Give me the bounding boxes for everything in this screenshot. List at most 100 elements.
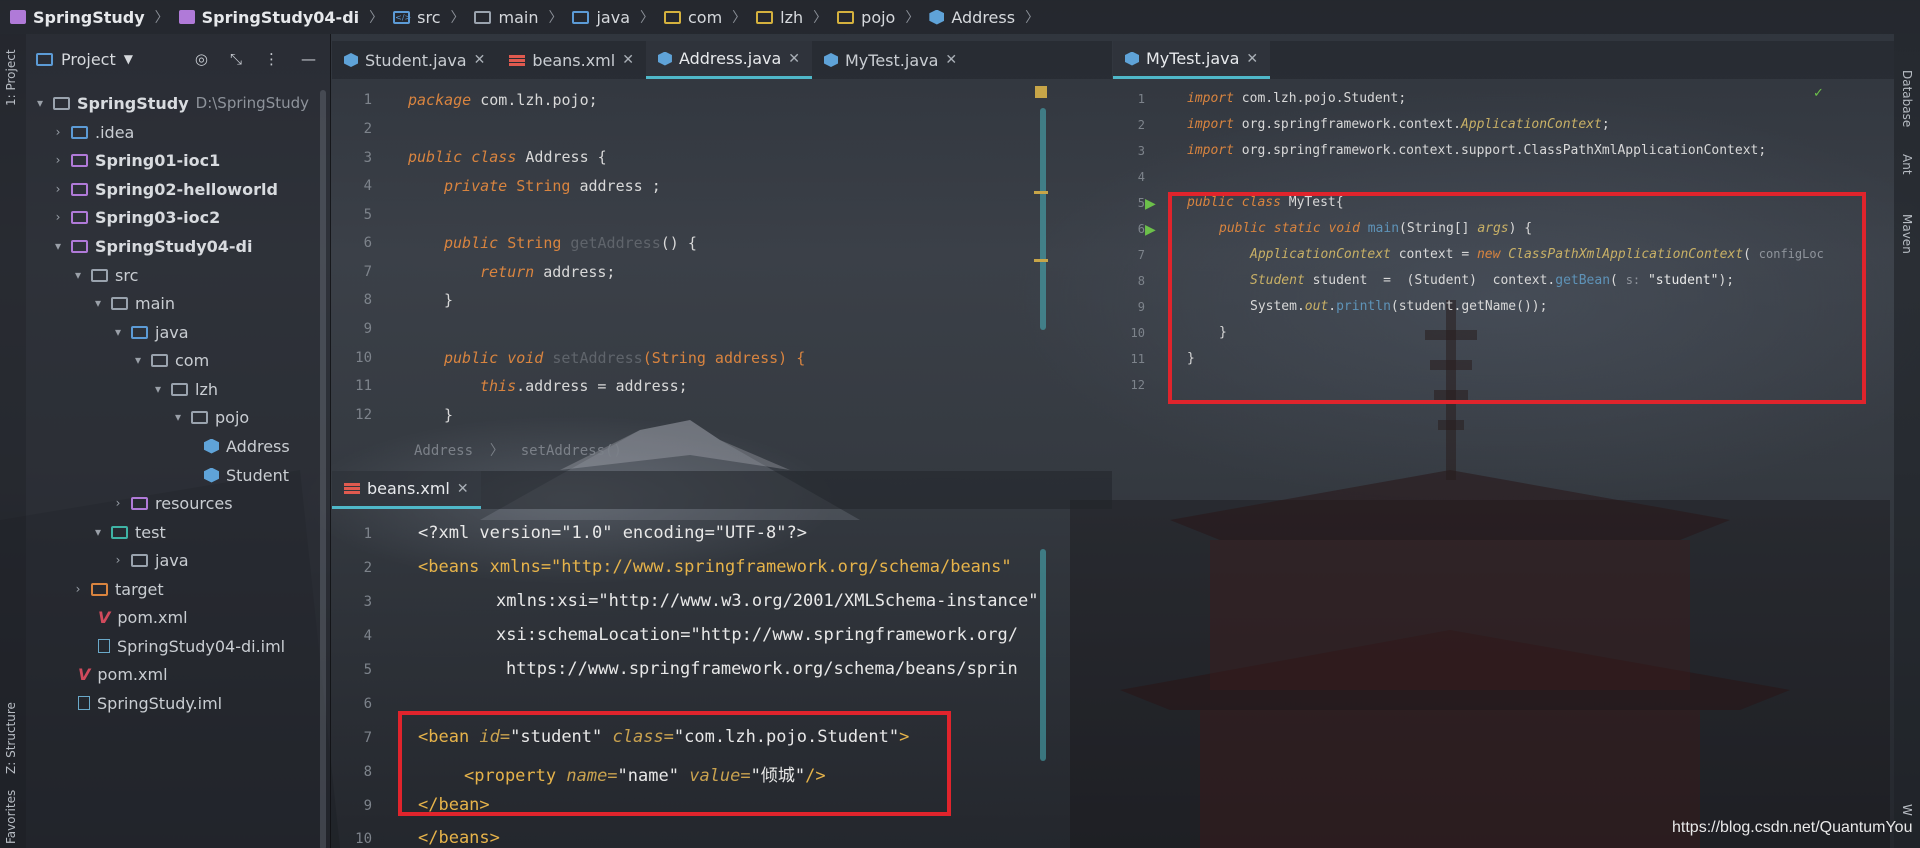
tree-item-root-pom[interactable]: Vpom.xml	[78, 662, 168, 686]
line-number: 10	[355, 350, 372, 366]
error-stripe-mark[interactable]	[1034, 259, 1048, 262]
warning-indicator-icon[interactable]	[1035, 86, 1047, 98]
line-number: 6	[363, 235, 372, 251]
tab-student-java[interactable]: Student.java ✕	[332, 41, 497, 79]
watermark-text: https://blog.csdn.net/QuantumYou	[1672, 819, 1913, 836]
address-java-editor[interactable]: 1 2 3 4 5 6 7 8 9 10 11 12 package com.l…	[332, 86, 1112, 430]
line-number: 4	[363, 628, 372, 644]
tab-mytest-java[interactable]: MyTest.java ✕	[812, 41, 969, 79]
highlight-box-main-method	[1168, 192, 1866, 404]
tab-address-java[interactable]: Address.java ✕	[645, 41, 812, 79]
tree-item-module-iml[interactable]: SpringStudy04-di.iml	[98, 634, 285, 658]
tree-item-spring02[interactable]: › Spring02-helloworld	[52, 177, 278, 201]
editor-scrollbar[interactable]	[1040, 108, 1046, 330]
favorites-tool-tab[interactable]: Favorites	[4, 790, 18, 844]
tree-item-test[interactable]: ▾ test	[92, 520, 166, 544]
chevron-down-icon[interactable]: ▾	[92, 525, 104, 539]
line-number: 2	[1137, 118, 1145, 132]
collapse-all-icon[interactable]: ⤡	[230, 50, 242, 68]
chevron-right-icon: 〉	[905, 10, 920, 26]
code-line-3: public class Address {	[408, 148, 607, 166]
tree-item-springstudy[interactable]: ▾ SpringStudy D:\SpringStudy	[34, 91, 309, 115]
tree-item-root-iml[interactable]: SpringStudy.iml	[78, 691, 222, 715]
tab-beans-xml[interactable]: beans.xml ✕	[497, 41, 646, 79]
chevron-right-icon[interactable]: ›	[52, 182, 64, 196]
breadcrumb-item-main[interactable]: main	[474, 8, 538, 27]
database-tool-tab[interactable]: Database	[1900, 70, 1914, 127]
breadcrumb-item-project[interactable]: SpringStudy	[10, 8, 145, 27]
tree-item-lzh[interactable]: ▾ lzh	[152, 377, 218, 401]
tree-item-src[interactable]: ▾ src	[72, 263, 138, 287]
chevron-right-icon[interactable]: ›	[52, 210, 64, 224]
locate-icon[interactable]: ◎	[195, 50, 208, 68]
tree-item-java[interactable]: ▾ java	[112, 320, 189, 344]
tree-item-main[interactable]: ▾ main	[92, 291, 175, 315]
breadcrumb-item-lzh[interactable]: lzh	[756, 8, 803, 27]
chevron-down-icon[interactable]: ▼	[124, 52, 133, 66]
chevron-right-icon: 〉	[732, 10, 747, 26]
project-tool-tab[interactable]: 1: Project	[4, 49, 18, 106]
editor-scrollbar[interactable]	[1040, 549, 1046, 761]
navigation-bar: SpringStudy 〉 SpringStudy04-di 〉 </> src …	[0, 0, 1920, 34]
chevron-right-icon[interactable]: ›	[52, 153, 64, 167]
chevron-down-icon[interactable]: ▾	[52, 239, 64, 253]
close-icon[interactable]: ✕	[1246, 51, 1258, 67]
chevron-down-icon[interactable]: ▾	[112, 325, 124, 339]
chevron-right-icon[interactable]: ›	[52, 125, 64, 139]
xml-file-icon	[344, 482, 360, 495]
error-stripe-mark[interactable]	[1034, 191, 1048, 194]
tree-item-pojo[interactable]: ▾ pojo	[172, 405, 249, 429]
tree-item-address[interactable]: Address	[204, 434, 290, 458]
project-scrollbar[interactable]	[320, 90, 326, 848]
close-icon[interactable]: ✕	[622, 52, 634, 68]
run-gutter-icon[interactable]: ▶	[1145, 222, 1156, 238]
tab-mytest-java-right[interactable]: MyTest.java ✕	[1113, 41, 1271, 79]
tree-item-springstudy04[interactable]: ▾ SpringStudy04-di	[52, 234, 253, 258]
close-icon[interactable]: ✕	[474, 52, 486, 68]
web-tool-tab[interactable]: W	[1900, 804, 1914, 816]
close-icon[interactable]: ✕	[945, 52, 957, 68]
tree-item-student[interactable]: Student	[204, 463, 289, 487]
breadcrumb-item-com[interactable]: com	[664, 8, 722, 27]
tab-beans-xml-lower[interactable]: beans.xml ✕	[332, 471, 481, 509]
source-folder-icon: </>	[393, 10, 412, 24]
tree-item-spring01[interactable]: › Spring01-ioc1	[52, 148, 221, 172]
chevron-right-icon[interactable]: ›	[72, 582, 84, 596]
tree-item-test-java[interactable]: › java	[112, 548, 189, 572]
line-number: 11	[1130, 352, 1145, 366]
breadcrumb-item-java[interactable]: java	[572, 8, 630, 27]
chevron-right-icon[interactable]: ›	[112, 553, 124, 567]
breadcrumb-item-address[interactable]: Address	[929, 8, 1015, 27]
package-icon	[171, 382, 188, 396]
run-gutter-icon[interactable]: ▶	[1145, 196, 1156, 212]
tree-item-target[interactable]: › target	[72, 577, 164, 601]
class-icon	[1125, 51, 1139, 66]
chevron-right-icon[interactable]: ›	[112, 496, 124, 510]
tree-item-idea[interactable]: › .idea	[52, 120, 135, 144]
tree-item-resources[interactable]: › resources	[112, 491, 233, 515]
more-options-icon[interactable]: ⋮	[264, 50, 279, 68]
chevron-down-icon[interactable]: ▾	[92, 296, 104, 310]
project-view-selector[interactable]: Project	[61, 50, 116, 69]
chevron-down-icon[interactable]: ▾	[132, 353, 144, 367]
breadcrumb-item-module[interactable]: SpringStudy04-di	[178, 8, 359, 27]
chevron-down-icon[interactable]: ▾	[172, 410, 184, 424]
breadcrumb-item-pojo[interactable]: pojo	[837, 8, 895, 27]
chevron-down-icon[interactable]: ▾	[152, 382, 164, 396]
chevron-down-icon[interactable]: ▾	[34, 96, 46, 110]
chevron-down-icon[interactable]: ▾	[72, 268, 84, 282]
tree-item-com[interactable]: ▾ com	[132, 348, 209, 372]
editor-status-breadcrumb[interactable]: Address 〉 setAddress()	[414, 440, 622, 460]
maven-tool-tab[interactable]: Maven	[1900, 214, 1914, 254]
right-tool-stripe: Database Ant Maven W	[1894, 34, 1920, 848]
structure-tool-tab[interactable]: Z: Structure	[4, 702, 18, 774]
ant-tool-tab[interactable]: Ant	[1900, 154, 1914, 175]
class-icon	[204, 467, 219, 483]
hide-panel-icon[interactable]: —	[301, 50, 316, 68]
xml-file-icon	[509, 54, 526, 67]
close-icon[interactable]: ✕	[788, 51, 800, 67]
tree-item-spring03[interactable]: › Spring03-ioc2	[52, 205, 221, 229]
close-icon[interactable]: ✕	[457, 481, 469, 497]
breadcrumb-item-src[interactable]: </> src	[393, 8, 440, 27]
tree-item-module-pom[interactable]: Vpom.xml	[98, 605, 188, 629]
